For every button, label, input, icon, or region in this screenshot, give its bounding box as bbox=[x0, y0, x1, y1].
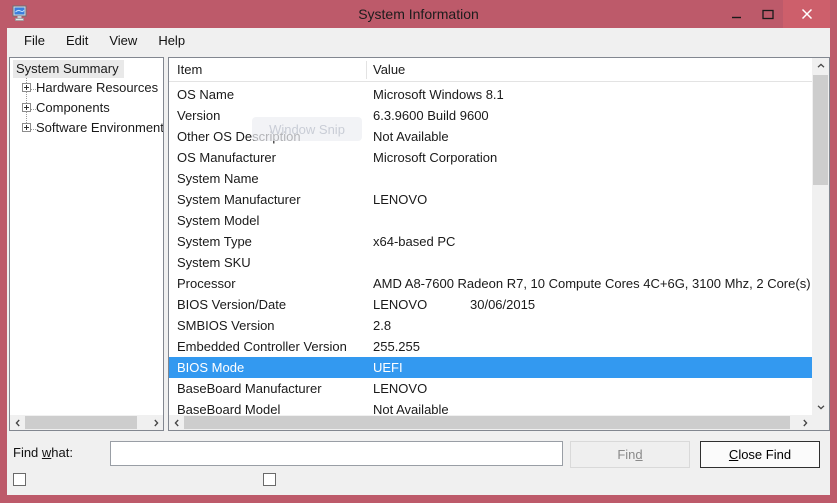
row-item: OS Manufacturer bbox=[177, 147, 276, 168]
menu-bar: FileEditViewHelp bbox=[7, 28, 830, 53]
scrollbar-corner bbox=[812, 415, 829, 430]
table-row[interactable]: OS Name Microsoft Windows 8.1 bbox=[169, 84, 812, 105]
table-row[interactable]: OS Manufacturer Microsoft Corporation bbox=[169, 147, 812, 168]
expand-plus-icon[interactable] bbox=[22, 123, 31, 132]
row-item: System Type bbox=[177, 231, 252, 252]
row-item: BaseBoard Manufacturer bbox=[177, 378, 322, 399]
row-value: LENOVO bbox=[373, 294, 427, 315]
category-tree-panel: System SummaryHardware Resources Componen… bbox=[9, 57, 164, 431]
table-row[interactable]: SMBIOS Version 2.8 bbox=[169, 315, 812, 336]
tree-item-hardware-resources[interactable]: Hardware Resources bbox=[36, 79, 158, 96]
row-item: Processor bbox=[177, 273, 236, 294]
row-value: 255.255 bbox=[373, 336, 420, 357]
menu-view[interactable]: View bbox=[101, 28, 145, 53]
scroll-left-arrow-icon[interactable] bbox=[169, 415, 184, 430]
scroll-right-arrow-icon[interactable] bbox=[797, 415, 812, 430]
table-row[interactable]: Other OS Description Not Available bbox=[169, 126, 812, 147]
maximize-button[interactable] bbox=[752, 0, 783, 28]
list-header: Item Value bbox=[169, 58, 812, 82]
titlebar[interactable]: System Information bbox=[0, 0, 837, 28]
row-item: Version bbox=[177, 105, 220, 126]
row-item: Other OS Description bbox=[177, 126, 301, 147]
row-value: Microsoft Corporation bbox=[373, 147, 497, 168]
tree-item-system-summary[interactable]: System Summary bbox=[13, 60, 124, 78]
table-row[interactable]: Embedded Controller Version 255.255 bbox=[169, 336, 812, 357]
tree-scrollbar-thumb[interactable] bbox=[25, 416, 137, 429]
row-value: 6.3.9600 Build 9600 bbox=[373, 105, 489, 126]
row-item: Embedded Controller Version bbox=[177, 336, 347, 357]
vertical-scrollbar-thumb[interactable] bbox=[813, 75, 828, 185]
tree-horizontal-scrollbar[interactable] bbox=[10, 415, 163, 430]
close-button[interactable] bbox=[783, 0, 830, 28]
find-input[interactable] bbox=[110, 441, 563, 466]
row-value: LENOVO bbox=[373, 189, 427, 210]
table-row[interactable]: System SKU bbox=[169, 252, 812, 273]
find-what-label: Find what: bbox=[13, 445, 73, 461]
table-row[interactable]: BIOS Version/Date LENOVO 30/06/2015 bbox=[169, 294, 812, 315]
scroll-down-arrow-icon[interactable] bbox=[812, 399, 829, 415]
expand-plus-icon[interactable] bbox=[22, 103, 31, 112]
scroll-up-arrow-icon[interactable] bbox=[812, 58, 829, 74]
row-item: BIOS Version/Date bbox=[177, 294, 286, 315]
row-value: x64-based PC bbox=[373, 231, 455, 252]
expand-plus-icon[interactable] bbox=[22, 83, 31, 92]
table-row[interactable]: System Model bbox=[169, 210, 812, 231]
row-item: OS Name bbox=[177, 84, 234, 105]
row-value: Not Available bbox=[373, 126, 449, 147]
search-selected-category-checkbox[interactable] bbox=[13, 473, 26, 486]
menu-help[interactable]: Help bbox=[150, 28, 193, 53]
close-icon bbox=[801, 8, 813, 20]
table-row[interactable]: System Type x64-based PC bbox=[169, 231, 812, 252]
tree-item-components[interactable]: Components bbox=[36, 99, 110, 116]
maximize-icon bbox=[762, 9, 774, 20]
table-row[interactable]: System Manufacturer LENOVO bbox=[169, 189, 812, 210]
menu-edit[interactable]: Edit bbox=[58, 28, 96, 53]
system-information-window: System Information FileEditViewHelp Syst… bbox=[0, 0, 837, 503]
table-row[interactable]: Processor AMD A8-7600 Radeon R7, 10 Compu… bbox=[169, 273, 812, 294]
column-header-item[interactable]: Item bbox=[177, 58, 202, 81]
row-value: 2.8 bbox=[373, 315, 391, 336]
row-value: AMD A8-7600 Radeon R7, 10 Compute Cores … bbox=[373, 273, 811, 294]
column-divider[interactable] bbox=[366, 61, 367, 79]
table-row[interactable]: Version 6.3.9600 Build 9600 bbox=[169, 105, 812, 126]
client-area: FileEditViewHelp System SummaryHardware … bbox=[7, 28, 830, 495]
row-item: System SKU bbox=[177, 252, 251, 273]
minimize-button[interactable] bbox=[721, 0, 752, 28]
table-row[interactable]: System Name bbox=[169, 168, 812, 189]
row-item: BIOS Mode bbox=[177, 357, 244, 378]
table-row[interactable]: BIOS Mode UEFI bbox=[169, 357, 812, 378]
close-find-button[interactable]: Close Find bbox=[700, 441, 820, 468]
row-value-secondary: 30/06/2015 bbox=[470, 294, 535, 315]
scroll-right-arrow-icon[interactable] bbox=[148, 415, 163, 430]
menu-file[interactable]: File bbox=[16, 28, 53, 53]
row-value: UEFI bbox=[373, 357, 403, 378]
row-item: System Name bbox=[177, 168, 259, 189]
details-panel: Item Value OS NameMicrosoft Windows 8.1V… bbox=[168, 57, 830, 431]
scroll-left-arrow-icon[interactable] bbox=[10, 415, 25, 430]
row-value: LENOVO bbox=[373, 378, 427, 399]
horizontal-scrollbar-thumb[interactable] bbox=[184, 416, 790, 429]
row-item: System Model bbox=[177, 210, 259, 231]
column-header-value[interactable]: Value bbox=[373, 58, 405, 81]
find-button[interactable]: Find bbox=[570, 441, 690, 468]
window-title: System Information bbox=[0, 0, 837, 28]
row-value: Microsoft Windows 8.1 bbox=[373, 84, 504, 105]
minimize-icon bbox=[731, 9, 742, 20]
vertical-scrollbar[interactable] bbox=[812, 58, 829, 415]
row-item: System Manufacturer bbox=[177, 189, 301, 210]
search-category-names-checkbox[interactable] bbox=[263, 473, 276, 486]
table-row[interactable]: BaseBoard Manufacturer LENOVO bbox=[169, 378, 812, 399]
tree-item-software-environment[interactable]: Software Environment bbox=[36, 119, 164, 136]
horizontal-scrollbar[interactable] bbox=[169, 415, 812, 430]
row-item: SMBIOS Version bbox=[177, 315, 275, 336]
